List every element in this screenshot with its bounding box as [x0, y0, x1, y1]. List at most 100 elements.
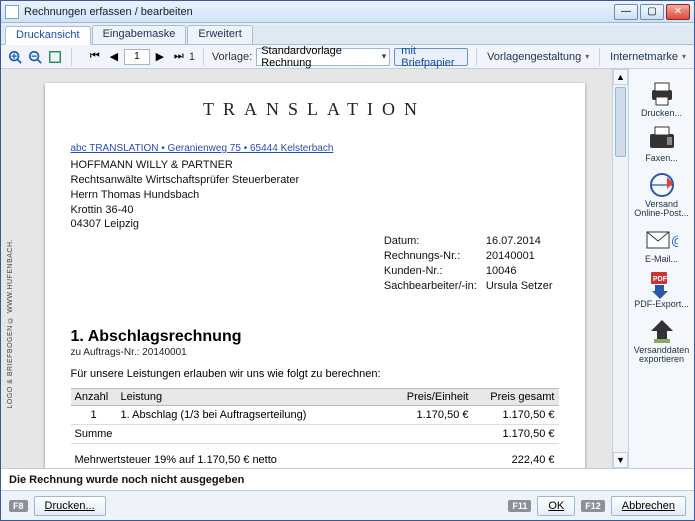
last-page-icon[interactable]: ⏭ [170, 48, 188, 66]
svg-text:@: @ [671, 233, 678, 248]
app-icon [5, 5, 19, 19]
zoom-out-icon[interactable] [27, 48, 43, 66]
print-button[interactable]: Drucken... [34, 496, 106, 516]
sum-row: Summe 1.170,50 € [71, 425, 559, 444]
svg-text:PDF: PDF [653, 276, 668, 283]
template-label: Vorlage: [212, 51, 252, 63]
addr-person: Herrn Thomas Hundsbach [71, 188, 559, 203]
sum-label: Summe [71, 425, 473, 444]
titlebar: Rechnungen erfassen / bearbeiten — ▢ ✕ [1, 1, 694, 23]
action-export-label: Versanddaten exportieren [632, 346, 692, 365]
doc-meta: Datum:16.07.2014 Rechnungs-Nr.:20140001 … [382, 233, 559, 295]
cell-qty: 1 [71, 406, 117, 425]
vertical-scrollbar[interactable]: ▲ ▼ [612, 69, 628, 468]
col-desc: Leistung [117, 389, 387, 406]
cancel-button[interactable]: Abbrechen [611, 496, 686, 516]
action-fax-label: Faxen... [645, 154, 678, 163]
export-icon [645, 316, 679, 346]
window: Rechnungen erfassen / bearbeiten — ▢ ✕ D… [0, 0, 695, 521]
separator [599, 48, 600, 66]
separator [476, 48, 477, 66]
cell-unit: 1.170,50 € [387, 406, 473, 425]
action-print[interactable]: Drucken... [632, 79, 692, 118]
tab-preview[interactable]: Druckansicht [5, 26, 91, 45]
f8-key: F8 [9, 500, 28, 512]
template-select[interactable]: Standardvorlage Rechnung [256, 48, 390, 66]
separator [71, 48, 72, 66]
tabs: Druckansicht Eingabemaske Erweitert [1, 25, 694, 45]
meta-custno-label: Kunden-Nr.: [384, 265, 484, 278]
cancel-button-label: Abbrechen [622, 500, 675, 512]
onlinepost-icon [645, 170, 679, 200]
zoom-in-icon[interactable] [7, 48, 23, 66]
prev-page-icon[interactable]: ◀ [105, 48, 123, 66]
action-sidebar: Drucken... Faxen... Versand Online-Post.… [628, 69, 694, 468]
meta-clerk-label: Sachbearbeiter/-in: [384, 280, 484, 293]
sender-line: abc TRANSLATION • Geranienweg 75 • 65444… [71, 143, 334, 154]
page-nav: ⏮ ◀ ▶ ⏭ 1 [86, 48, 195, 66]
brand-header: TRANSLATION [71, 99, 559, 120]
zoom-fit-icon[interactable] [47, 48, 63, 66]
action-email[interactable]: @ E-Mail... [632, 225, 692, 264]
ok-button[interactable]: OK [537, 496, 575, 516]
col-total: Preis gesamt [473, 389, 559, 406]
scroll-track[interactable] [613, 85, 628, 452]
meta-custno: 10046 [486, 265, 557, 278]
action-email-label: E-Mail... [645, 255, 678, 264]
table-row: 1 1. Abschlag (1/3 bei Auftragserteilung… [71, 406, 559, 425]
action-fax[interactable]: Faxen... [632, 124, 692, 163]
printer-icon [645, 79, 679, 109]
meta-clerk: Ursula Setzer [486, 280, 557, 293]
email-icon: @ [645, 225, 679, 255]
addr-line2: Rechtsanwälte Wirtschaftsprüfer Steuerbe… [71, 173, 559, 188]
body: LOGO & BRIEFBOGEN © WWW.HUFENBACH. TRANS… [1, 69, 694, 468]
print-button-label: Drucken... [45, 500, 95, 512]
meta-date: 16.07.2014 [486, 235, 557, 248]
action-pdf-label: PDF-Export... [634, 300, 689, 309]
document-page: TRANSLATION abc TRANSLATION • Geranienwe… [45, 83, 585, 468]
sum-value: 1.170,50 € [473, 425, 559, 444]
tab-form[interactable]: Eingabemaske [92, 25, 187, 44]
template-value: Standardvorlage Rechnung [261, 45, 375, 69]
ok-button-label: OK [548, 500, 564, 512]
meta-invno-label: Rechnungs-Nr.: [384, 250, 484, 263]
page-input[interactable] [124, 49, 150, 65]
fax-icon [645, 124, 679, 154]
action-print-label: Drucken... [641, 109, 682, 118]
intro-text: Für unsere Leistungen erlauben wir uns w… [71, 368, 559, 380]
preview-area: LOGO & BRIEFBOGEN © WWW.HUFENBACH. TRANS… [1, 69, 612, 468]
toolbar: ⏮ ◀ ▶ ⏭ 1 Vorlage: Standardvorlage Rechn… [1, 45, 694, 69]
tab-extended[interactable]: Erweitert [187, 25, 252, 44]
scroll-thumb[interactable] [615, 87, 626, 157]
minimize-button[interactable]: — [614, 4, 638, 20]
action-post[interactable]: Versand Online-Post... [632, 170, 692, 219]
col-unit: Preis/Einheit [387, 389, 473, 406]
first-page-icon[interactable]: ⏮ [86, 48, 104, 66]
window-title: Rechnungen erfassen / bearbeiten [24, 6, 614, 18]
scroll-up-icon[interactable]: ▲ [613, 69, 628, 85]
action-export[interactable]: Versanddaten exportieren [632, 316, 692, 365]
meta-invno: 20140001 [486, 250, 557, 263]
stamp-menu[interactable]: Internetmarke [608, 51, 688, 63]
action-pdf[interactable]: PDF PDF-Export... [632, 270, 692, 309]
scroll-down-icon[interactable]: ▼ [613, 452, 628, 468]
vat-row: Mehrwertsteuer 19% auf 1.170,50 € netto … [71, 454, 559, 466]
cell-desc: 1. Abschlag (1/3 bei Auftragserteilung) [117, 406, 387, 425]
layout-menu[interactable]: Vorlagengestaltung [485, 51, 591, 63]
vat-value: 222,40 € [512, 454, 555, 466]
vat-text: Mehrwertsteuer 19% auf 1.170,50 € netto [75, 454, 277, 466]
close-button[interactable]: ✕ [666, 4, 690, 20]
separator [203, 48, 204, 66]
recipient-address: HOFFMANN WILLY & PARTNER Rechtsanwälte W… [71, 158, 559, 232]
maximize-button[interactable]: ▢ [640, 4, 664, 20]
letterhead-toggle[interactable]: mit Briefpapier [394, 48, 468, 66]
credits-sidenote: LOGO & BRIEFBOGEN © WWW.HUFENBACH. [7, 239, 14, 408]
col-qty: Anzahl [71, 389, 117, 406]
next-page-icon[interactable]: ▶ [151, 48, 169, 66]
addr-city: 04307 Leipzig [71, 217, 559, 232]
status-text: Die Rechnung wurde noch nicht ausgegeben [9, 474, 244, 486]
items-table: Anzahl Leistung Preis/Einheit Preis gesa… [71, 388, 559, 444]
cell-total: 1.170,50 € [473, 406, 559, 425]
addr-name: HOFFMANN WILLY & PARTNER [71, 158, 559, 173]
f12-key: F12 [581, 500, 605, 512]
